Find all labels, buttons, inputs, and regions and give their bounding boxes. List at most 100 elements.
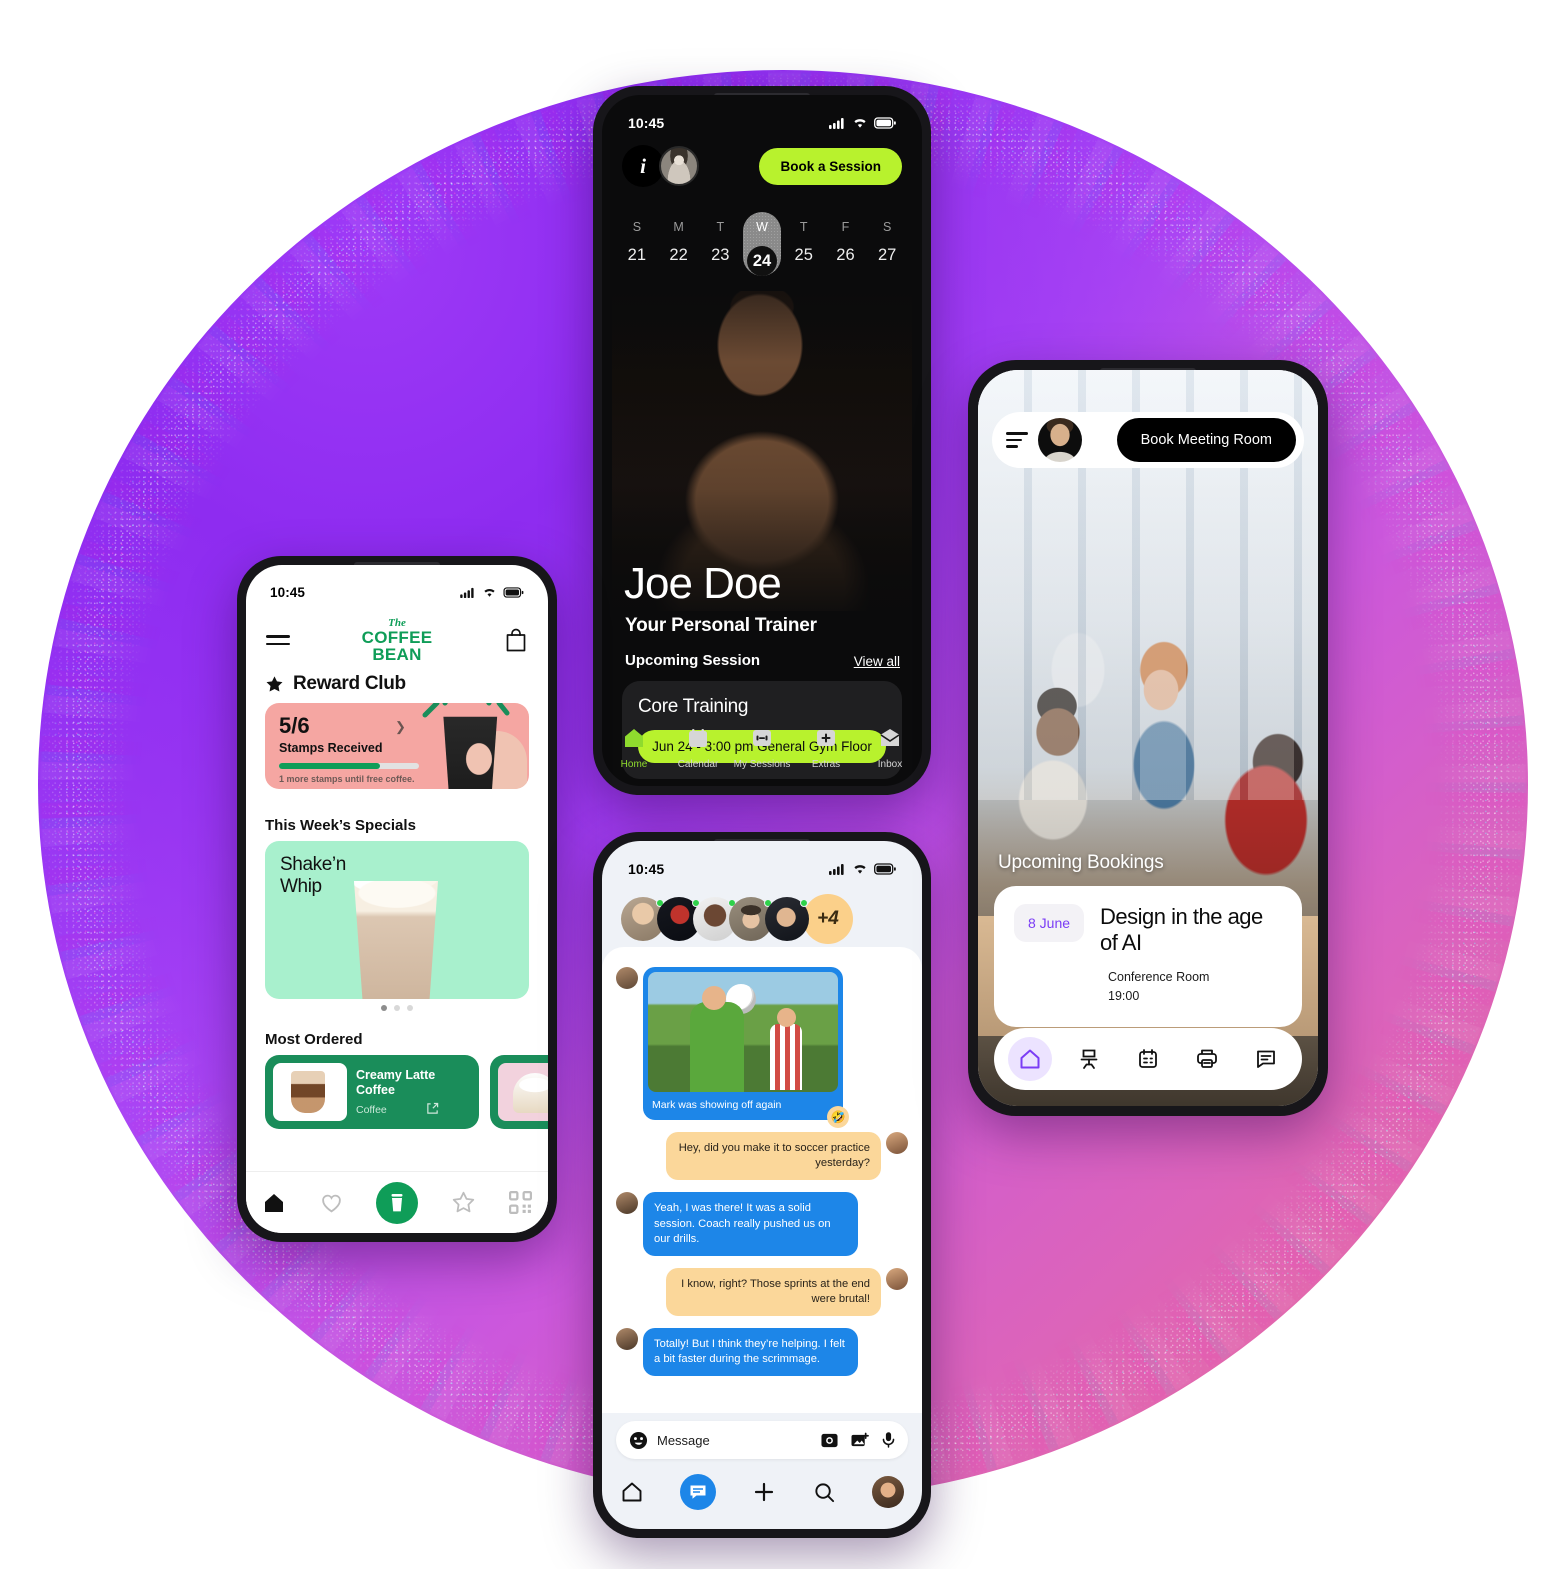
story-avatar-row: +4 bbox=[621, 893, 906, 945]
chat-tab-button[interactable] bbox=[680, 1474, 717, 1510]
chat-message-list[interactable]: Mark was showing off again 🤣 Hey, did yo… bbox=[602, 947, 922, 1413]
chat-bubble-icon bbox=[690, 1485, 706, 1499]
home-icon[interactable] bbox=[620, 1480, 644, 1504]
calendar-day-selected[interactable]: W 24 bbox=[741, 212, 783, 276]
phone-office-booking-app: Book Meeting Room Upcoming Bookings 8 Ju… bbox=[968, 360, 1328, 1116]
search-icon[interactable] bbox=[813, 1481, 836, 1504]
message-avatar bbox=[616, 1192, 638, 1215]
coffee-screen: 10:45 The COFFEE BEAN Reward Club 5/6 ❯ … bbox=[246, 565, 548, 1233]
booking-card[interactable]: 8 June Design in the age of AI Conferenc… bbox=[994, 886, 1302, 1028]
nav-item-calendar[interactable]: Calendar bbox=[666, 727, 730, 772]
reaction-emoji[interactable]: 🤣 bbox=[827, 1106, 849, 1129]
carousel-dot[interactable] bbox=[381, 1005, 387, 1011]
qr-code-icon[interactable] bbox=[508, 1191, 532, 1214]
message-photo[interactable]: Mark was showing off again 🤣 bbox=[616, 967, 908, 1129]
nav-item-inbox[interactable]: Inbox bbox=[858, 727, 922, 772]
emoji-smiley-icon[interactable] bbox=[629, 1431, 648, 1450]
message-avatar bbox=[886, 1132, 908, 1155]
avatar[interactable] bbox=[659, 146, 699, 186]
message-outgoing[interactable]: I know, right? Those sprints at the end … bbox=[616, 1267, 908, 1316]
heart-icon[interactable] bbox=[319, 1190, 344, 1215]
view-all-link[interactable]: View all bbox=[854, 654, 900, 669]
profile-avatar[interactable] bbox=[871, 1476, 904, 1508]
more-people-badge[interactable]: +4 bbox=[803, 894, 853, 944]
message-input[interactable]: Message bbox=[657, 1433, 821, 1448]
story-avatar[interactable] bbox=[765, 897, 809, 941]
message-outgoing[interactable]: Hey, did you make it to soccer practice … bbox=[616, 1132, 908, 1181]
calendar-day[interactable]: F 26 bbox=[825, 220, 867, 276]
office-header: Book Meeting Room bbox=[992, 412, 1304, 468]
coffee-header: The COFFEE BEAN bbox=[266, 617, 528, 663]
booking-card-row: 8 June Design in the age of AI bbox=[1014, 904, 1282, 956]
plus-icon[interactable] bbox=[752, 1480, 776, 1504]
calendar-dow: F bbox=[841, 220, 850, 234]
poster-stage: 10:45 i Book a Session S 21 M 22 T 23 W 24 T… bbox=[0, 0, 1561, 1569]
status-time: 10:45 bbox=[628, 861, 665, 877]
nav-item-desk[interactable] bbox=[1067, 1037, 1111, 1081]
calendar-day[interactable]: T 25 bbox=[783, 220, 825, 276]
star-outline-icon[interactable] bbox=[451, 1190, 476, 1215]
logo-the: The bbox=[388, 616, 406, 629]
home-icon[interactable] bbox=[262, 1191, 286, 1215]
special-promo-card[interactable]: Shake’n Whip bbox=[265, 841, 529, 999]
coffee-status-bar: 10:45 bbox=[246, 585, 548, 600]
nav-item-my-sessions[interactable]: My Sessions bbox=[730, 727, 794, 772]
calendar-icon bbox=[1139, 1049, 1157, 1068]
order-cup-button[interactable] bbox=[376, 1181, 419, 1224]
nav-item-home[interactable]: Home bbox=[602, 727, 666, 772]
hamburger-menu-icon[interactable] bbox=[1006, 428, 1028, 451]
message-bubble: Totally! But I think they’re helping. I … bbox=[643, 1327, 858, 1377]
microphone-icon[interactable] bbox=[882, 1431, 895, 1449]
chat-screen: 10:45 +4 Mark was showing off again 🤣 He… bbox=[602, 841, 922, 1529]
external-link-icon[interactable] bbox=[426, 1102, 439, 1115]
chevron-right-icon[interactable]: ❯ bbox=[395, 719, 406, 735]
message-incoming[interactable]: Yeah, I was there! It was a solid sessio… bbox=[616, 1192, 908, 1256]
product-card[interactable] bbox=[490, 1055, 548, 1129]
nav-item-calendar[interactable] bbox=[1126, 1037, 1170, 1081]
message-bubble: Hey, did you make it to soccer practice … bbox=[666, 1132, 881, 1181]
whipped-cream-illustration bbox=[513, 1073, 548, 1113]
reward-progress-card[interactable]: 5/6 ❯ Stamps Received 1 more stamps unti… bbox=[265, 703, 529, 789]
message-incoming[interactable]: Totally! But I think they’re helping. I … bbox=[616, 1327, 908, 1377]
info-icon[interactable]: i bbox=[622, 145, 664, 187]
wifi-icon bbox=[484, 588, 495, 597]
booking-date-badge: 8 June bbox=[1014, 904, 1085, 942]
cellular-signal-icon bbox=[829, 118, 844, 129]
calendar-day[interactable]: M 22 bbox=[658, 220, 700, 276]
chat-bubble-icon bbox=[1257, 1050, 1276, 1068]
booking-room: Conference Room bbox=[1108, 969, 1210, 984]
carousel-dot[interactable] bbox=[407, 1005, 413, 1011]
upcoming-bookings-heading: Upcoming Bookings bbox=[998, 852, 1164, 873]
message-composer[interactable]: Message bbox=[616, 1421, 908, 1459]
nav-item-home[interactable] bbox=[1007, 1037, 1052, 1081]
latte-glass-illustration bbox=[291, 1071, 325, 1113]
avatar[interactable] bbox=[1038, 418, 1082, 462]
calendar-day[interactable]: S 21 bbox=[616, 220, 658, 276]
phone-coffee-app: 10:45 The COFFEE BEAN Reward Club 5/6 ❯ … bbox=[237, 556, 557, 1242]
battery-icon bbox=[874, 863, 896, 875]
book-meeting-room-button[interactable]: Book Meeting Room bbox=[1116, 418, 1296, 462]
shopping-bag-icon[interactable] bbox=[504, 627, 528, 653]
calendar-day[interactable]: T 23 bbox=[699, 220, 741, 276]
wifi-icon bbox=[854, 119, 866, 128]
camera-icon[interactable] bbox=[821, 1432, 838, 1449]
wifi-icon bbox=[854, 865, 866, 874]
most-ordered-list: Creamy Latte Coffee Coffee bbox=[265, 1055, 548, 1129]
hamburger-menu-icon[interactable] bbox=[266, 630, 290, 649]
product-card[interactable]: Creamy Latte Coffee Coffee bbox=[265, 1055, 479, 1129]
status-icons bbox=[829, 117, 896, 129]
home-icon bbox=[1020, 1049, 1040, 1069]
carousel-dot[interactable] bbox=[394, 1005, 400, 1011]
calendar-dow: S bbox=[883, 220, 892, 234]
book-a-session-button[interactable]: Book a Session bbox=[759, 147, 902, 185]
nav-item-extras[interactable]: Extras bbox=[794, 727, 858, 772]
calendar-date: 25 bbox=[794, 246, 813, 264]
player-striped bbox=[770, 1008, 802, 1090]
nav-item-messages[interactable] bbox=[1244, 1037, 1288, 1081]
shared-photo bbox=[648, 972, 838, 1092]
calendar-day[interactable]: S 27 bbox=[866, 220, 908, 276]
cellular-signal-icon bbox=[829, 864, 844, 875]
nav-item-printer[interactable] bbox=[1185, 1037, 1229, 1081]
specials-heading: This Week’s Specials bbox=[265, 817, 416, 834]
gallery-add-icon[interactable] bbox=[851, 1432, 869, 1449]
